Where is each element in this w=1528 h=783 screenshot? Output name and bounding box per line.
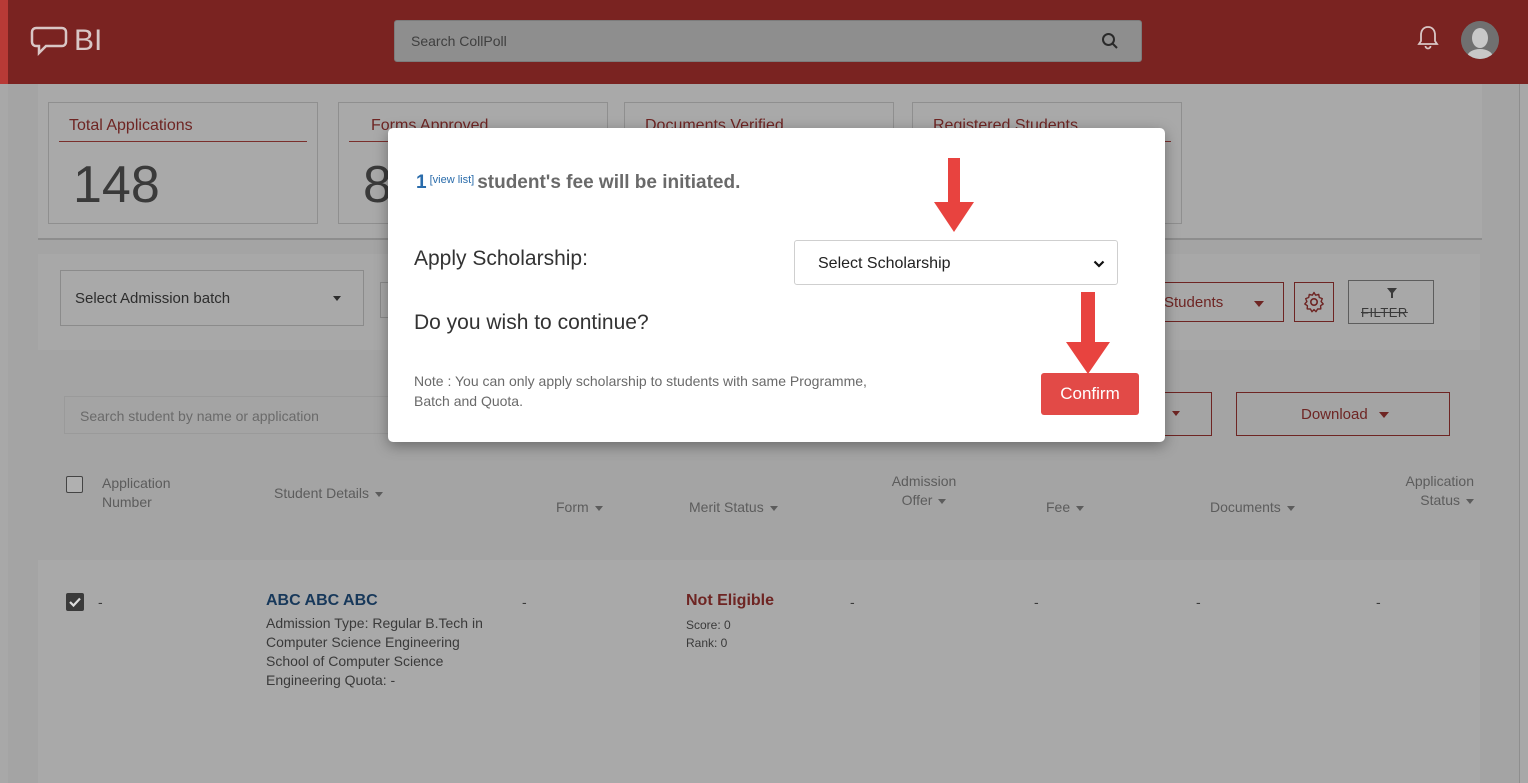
column-label: Merit Status (689, 499, 764, 515)
scholarship-select[interactable]: Select Scholarship (794, 240, 1118, 285)
merit-rank: Rank: 0 (686, 636, 728, 650)
modal-message: student's fee will be initiated. (477, 172, 741, 193)
admission-batch-label: Select Admission batch (75, 290, 231, 307)
apply-scholarship-label: Apply Scholarship: (414, 247, 588, 270)
caret-down-icon (769, 505, 778, 511)
column-student-details[interactable]: Student Details (274, 484, 383, 503)
funnel-icon (1387, 288, 1397, 298)
application-status-cell: - (1376, 594, 1381, 610)
gear-icon (1304, 291, 1324, 313)
search-icon[interactable] (1101, 32, 1119, 50)
application-number-cell: - (98, 594, 103, 610)
student-details-text: Admission Type: Regular B.Tech in Comput… (266, 615, 483, 688)
caret-down-icon (938, 498, 947, 504)
download-label: Download (1301, 406, 1368, 423)
student-count: 1 (416, 172, 427, 193)
caret-down-icon (1076, 505, 1085, 511)
student-name-link[interactable]: ABC ABC ABC (266, 592, 378, 610)
arrow-down-icon (934, 158, 974, 232)
caret-down-icon (374, 491, 383, 497)
column-fee[interactable]: Fee (1046, 498, 1085, 517)
chat-bubble-icon (30, 26, 68, 57)
merit-score: Score: 0 (686, 618, 731, 632)
student-search-placeholder: Search student by name or application (80, 408, 319, 424)
modal-title: 1 [view list] student's fee will be initia… (416, 172, 740, 194)
arrow-down-icon (1066, 292, 1110, 374)
column-label: Application Number (102, 475, 171, 510)
column-label: Application Status (1405, 473, 1475, 508)
caret-down-icon (594, 505, 603, 511)
top-bar: BI Search CollPoll (0, 0, 1528, 84)
scholarship-selected-value: Select Scholarship (818, 255, 951, 272)
fee-initiation-modal: 1 [view list] student's fee will be initia… (388, 128, 1165, 442)
checkmark-icon (69, 597, 81, 608)
select-all-checkbox[interactable] (66, 476, 83, 493)
bell-icon[interactable] (1416, 24, 1440, 52)
confirm-button[interactable]: Confirm (1041, 373, 1139, 415)
admission-batch-select[interactable]: Select Admission batch (60, 270, 364, 326)
caret-down-icon (1172, 411, 1180, 416)
global-search-input[interactable]: Search CollPoll (394, 20, 1142, 62)
merit-score-block: Score: 0 Rank: 0 (686, 616, 731, 652)
column-label: Admission Offer (891, 473, 957, 508)
form-cell: - (522, 594, 527, 610)
column-label: Fee (1046, 499, 1071, 515)
column-application-number[interactable]: Application Number (102, 474, 212, 512)
column-documents[interactable]: Documents (1210, 498, 1295, 517)
documents-cell: - (1196, 594, 1201, 610)
row-checkbox[interactable] (66, 593, 84, 611)
modal-note: Note : You can only apply scholarship to… (414, 373, 867, 409)
caret-down-icon (1286, 505, 1295, 511)
stat-divider (59, 141, 307, 142)
column-label: Student Details (274, 485, 369, 501)
column-label: Form (556, 499, 589, 515)
caret-down-icon (1379, 412, 1389, 418)
stat-value: 148 (73, 156, 160, 214)
download-button[interactable]: Download (1236, 392, 1450, 436)
filter-button[interactable]: FILTER (1348, 280, 1434, 324)
merit-status-badge: Not Eligible (686, 592, 774, 609)
continue-question: Do you wish to continue? (414, 311, 649, 334)
actions-dropdown-button[interactable] (1158, 392, 1212, 436)
user-avatar-icon (1461, 21, 1499, 59)
stat-label: Total Applications (69, 117, 193, 134)
column-admission-offer[interactable]: Admission Offer (882, 472, 966, 510)
settings-button[interactable] (1294, 282, 1334, 322)
caret-down-icon (333, 296, 341, 301)
column-label: Documents (1210, 499, 1281, 515)
column-form[interactable]: Form (556, 498, 603, 517)
view-list-link[interactable]: [view list] (430, 174, 475, 186)
filter-label: FILTER (1361, 305, 1408, 320)
avatar[interactable] (1461, 21, 1499, 59)
fee-cell: - (1034, 594, 1039, 610)
column-application-status[interactable]: Application Status (1372, 472, 1474, 510)
caret-down-icon (1466, 498, 1474, 504)
column-merit-status[interactable]: Merit Status (689, 498, 778, 517)
brand-name: BI (74, 24, 103, 57)
admission-offer-cell: - (850, 594, 855, 610)
stat-card-total-applications: Total Applications 148 (48, 102, 318, 224)
student-search-input[interactable]: Search student by name or application (64, 396, 394, 434)
students-dropdown-button[interactable]: Students (1150, 282, 1284, 322)
students-label: Students (1164, 294, 1224, 311)
search-placeholder: Search CollPoll (411, 33, 507, 49)
caret-down-icon (1254, 301, 1264, 307)
brand-logo[interactable]: BI (30, 24, 102, 58)
chevron-down-icon (1093, 260, 1105, 268)
